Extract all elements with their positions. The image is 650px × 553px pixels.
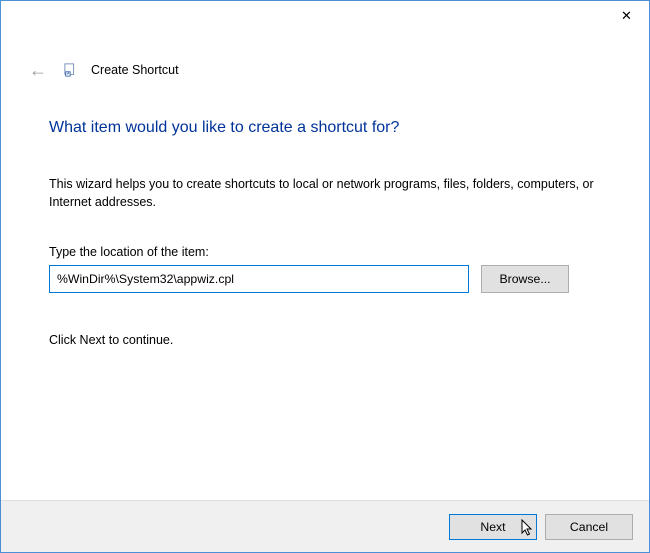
next-button[interactable]: Next: [449, 514, 537, 540]
continue-hint: Click Next to continue.: [49, 333, 603, 347]
wizard-description: This wizard helps you to create shortcut…: [49, 175, 603, 211]
wizard-content: What item would you like to create a sho…: [1, 83, 649, 500]
close-icon: ✕: [621, 8, 632, 24]
browse-button[interactable]: Browse...: [481, 265, 569, 293]
wizard-header: ← Create Shortcut: [1, 51, 649, 83]
wizard-title: Create Shortcut: [91, 63, 179, 77]
location-input[interactable]: [49, 265, 469, 293]
location-row: Browse...: [49, 265, 603, 293]
location-label: Type the location of the item:: [49, 245, 603, 259]
back-arrow-icon[interactable]: ←: [25, 57, 51, 83]
shortcut-app-icon: [63, 62, 79, 78]
titlebar: ✕: [1, 1, 649, 33]
close-button[interactable]: ✕: [604, 1, 649, 31]
cancel-button[interactable]: Cancel: [545, 514, 633, 540]
wizard-footer: Next Cancel: [1, 500, 649, 552]
page-heading: What item would you like to create a sho…: [49, 119, 603, 137]
create-shortcut-window: ✕ ← Create Shortcut What item would you …: [0, 0, 650, 553]
